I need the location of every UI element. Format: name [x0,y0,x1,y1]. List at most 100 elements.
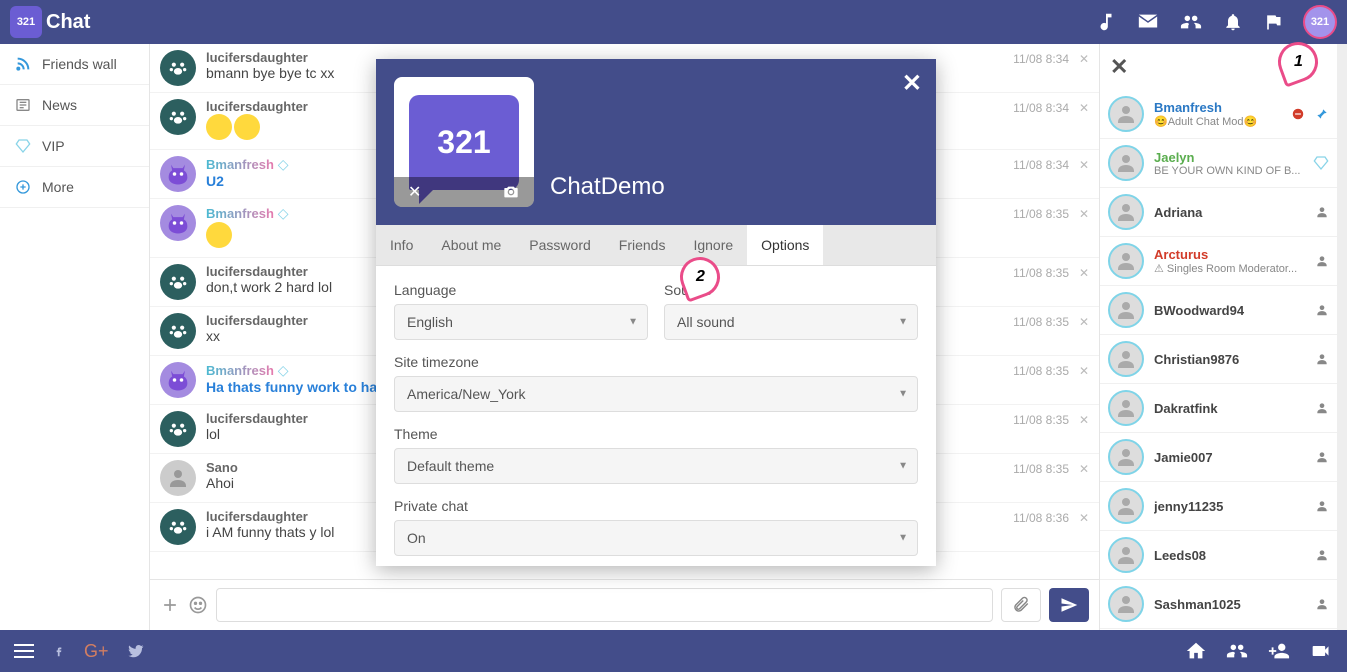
smile-emoji-icon [206,222,232,248]
facebook-icon[interactable] [52,642,66,660]
attach-button[interactable] [1001,588,1041,622]
message-avatar [160,205,196,241]
brand-logo[interactable]: 321 Chat [10,6,90,38]
message-close-icon[interactable]: ✕ [1079,462,1089,476]
close-icon[interactable]: ✕ [1110,54,1128,80]
video-icon[interactable] [1309,641,1333,661]
modal-avatar-text: 321 [409,95,519,190]
theme-select[interactable]: Default theme [394,448,918,484]
modal-tab-about-me[interactable]: About me [427,225,515,265]
message-close-icon[interactable]: ✕ [1079,207,1089,221]
chat-input-bar [150,579,1099,630]
menu-icon[interactable] [14,644,34,658]
users-icon[interactable] [1179,11,1203,33]
nav-news[interactable]: News [0,85,149,126]
message-time: 11/08 8:35 [1013,364,1069,378]
message-close-icon[interactable]: ✕ [1079,511,1089,525]
user-list-item[interactable]: Sashman1025 [1100,580,1337,629]
message-time: 11/08 8:34 [1013,52,1069,66]
user-name: Arcturus [1154,247,1305,262]
user-subtitle: BE YOUR OWN KIND OF B... [1154,165,1303,177]
message-close-icon[interactable]: ✕ [1079,364,1089,378]
group-icon[interactable] [1225,640,1249,662]
add-icon[interactable] [160,595,180,615]
twitter-icon[interactable] [127,642,145,660]
nav-more[interactable]: More [0,167,149,208]
nav-label: News [42,97,77,113]
message-time: 11/08 8:35 [1013,462,1069,476]
sounds-select[interactable]: All sound [664,304,918,340]
music-icon[interactable] [1095,11,1117,33]
person-icon [1315,450,1329,464]
bell-icon[interactable] [1223,11,1243,33]
camera-icon[interactable] [502,184,520,200]
message-close-icon[interactable]: ✕ [1079,158,1089,172]
laugh-emoji-icon [234,114,260,140]
add-user-icon[interactable] [1267,640,1291,662]
user-panel: ✕ Bmanfresh😊Adult Chat Mod😊JaelynBE YOUR… [1099,44,1347,630]
home-icon[interactable] [1185,640,1207,662]
message-time: 11/08 8:35 [1013,207,1069,221]
language-select[interactable]: English [394,304,648,340]
user-list-item[interactable]: Jamie007 [1100,433,1337,482]
user-list-item[interactable]: Dakratfink [1100,384,1337,433]
message-username: Bmanfresh [206,363,274,378]
user-avatar [1108,243,1144,279]
message-close-icon[interactable]: ✕ [1079,266,1089,280]
modal-body: Language English ▼ Sounds All sound ▼ Si… [376,266,936,566]
user-list-item[interactable]: Arcturus⚠ Singles Room Moderator... [1100,237,1337,286]
message-avatar [160,362,196,398]
person-icon [1315,303,1329,317]
theme-label: Theme [394,426,918,442]
diamond-icon: ◇ [274,156,289,172]
user-avatar [1108,292,1144,328]
remove-avatar-icon[interactable]: ✕ [408,182,421,202]
person-icon [1315,254,1329,268]
scrollbar[interactable] [1337,44,1347,630]
message-input[interactable] [216,588,993,622]
left-sidebar: Friends wall News VIP More [0,44,150,630]
modal-tab-friends[interactable]: Friends [605,225,680,265]
user-list-item[interactable]: Adriana [1100,188,1337,237]
message-close-icon[interactable]: ✕ [1079,315,1089,329]
user-avatar [1108,537,1144,573]
modal-tab-password[interactable]: Password [515,225,604,265]
timezone-select[interactable]: America/New_York [394,376,918,412]
user-name: Jamie007 [1154,450,1305,465]
modal-tab-info[interactable]: Info [376,225,427,265]
user-list-item[interactable]: jenny11235 [1100,482,1337,531]
message-close-icon[interactable]: ✕ [1079,413,1089,427]
user-list-item[interactable]: Leeds08 [1100,531,1337,580]
user-avatar [1108,341,1144,377]
send-button[interactable] [1049,588,1089,622]
message-close-icon[interactable]: ✕ [1079,52,1089,66]
google-plus-icon[interactable]: G+ [84,641,109,662]
user-list-item[interactable]: JaelynBE YOUR OWN KIND OF B... [1100,139,1337,188]
person-icon [1315,352,1329,366]
profile-modal: ✕ 321 ✕ ChatDemo InfoAbout mePasswordFri… [376,59,936,566]
user-name: Adriana [1154,205,1305,220]
diamond-icon [14,138,32,154]
user-list-item[interactable]: Christian9876 [1100,335,1337,384]
nav-friends-wall[interactable]: Friends wall [0,44,149,85]
user-list[interactable]: ✕ Bmanfresh😊Adult Chat Mod😊JaelynBE YOUR… [1100,44,1337,630]
privatechat-select[interactable]: On [394,520,918,556]
modal-avatar-wrap: 321 ✕ [394,77,534,207]
modal-close-icon[interactable]: ✕ [902,69,922,98]
nav-label: More [42,179,74,195]
user-avatar-badge[interactable]: 321 [1303,5,1337,39]
modal-tab-options[interactable]: Options [747,225,823,265]
user-name: BWoodward94 [1154,303,1305,318]
emoji-icon[interactable] [188,595,208,615]
user-list-item[interactable]: BWoodward94 [1100,286,1337,335]
nav-vip[interactable]: VIP [0,126,149,167]
person-icon [1315,205,1329,219]
minus-icon [1291,107,1305,121]
modal-title: ChatDemo [550,173,665,201]
brand-name: Chat [46,11,90,34]
message-close-icon[interactable]: ✕ [1079,101,1089,115]
flag-icon[interactable] [1263,11,1283,33]
user-list-item[interactable]: Bmanfresh😊Adult Chat Mod😊 [1100,90,1337,139]
app-footer: G+ [0,630,1347,672]
mail-icon[interactable] [1137,11,1159,33]
